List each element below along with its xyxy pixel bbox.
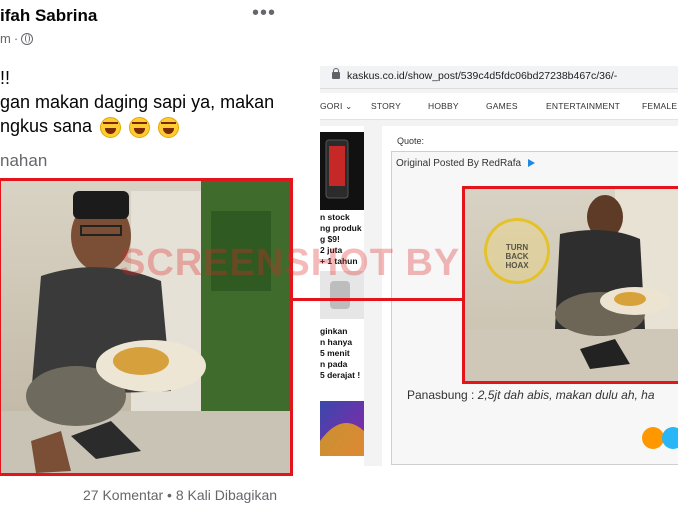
post-tagged-line: nahan [0, 151, 48, 170]
browser-address-bar[interactable]: kaskus.co.id/show_post/539c4d5fdc06bd272… [320, 66, 678, 89]
original-posted-by: Original Posted By RedRafa [396, 158, 535, 169]
nav-item-female[interactable]: FEMALE [642, 101, 677, 111]
nav-item-entertainment[interactable]: ENTERTAINMENT [546, 101, 620, 111]
screenshot-watermark: SCREENSHOT BY [120, 242, 461, 284]
sidebar-thumbnail-phone[interactable] [320, 132, 364, 210]
orange-face-icon[interactable] [642, 427, 664, 449]
post-text-line-2: gan makan daging sapi ya, makan [0, 92, 275, 112]
poster-link[interactable]: RedRafa [482, 158, 521, 169]
post-meta: m · [0, 31, 34, 46]
post-author-name[interactable]: ifah Sabrina [0, 6, 97, 26]
view-post-arrow-icon[interactable] [527, 159, 535, 168]
laughing-emoji-icon [100, 116, 122, 138]
lock-icon [332, 68, 340, 79]
sidebar-thumbnail-abstract[interactable] [320, 401, 364, 456]
man-eating-photo [1, 181, 290, 473]
kaskus-photo[interactable] [462, 186, 678, 384]
post-stats[interactable]: 27 Komentar • 8 Kali Dibagikan [83, 487, 277, 503]
nav-item-hobby[interactable]: HOBBY [428, 101, 459, 111]
post-time[interactable]: m [0, 31, 11, 46]
nav-item-story[interactable]: STORY [371, 101, 401, 111]
url-text[interactable]: kaskus.co.id/show_post/539c4d5fdc06bd272… [347, 70, 617, 82]
post-text-line-1: !! [0, 68, 11, 88]
turn-back-hoax-badge: TURN BACK HOAX [484, 218, 550, 284]
sidebar: n stock ng produk g $9! 2 juta + 1 tahun… [320, 126, 364, 466]
globe-icon [21, 32, 34, 45]
sidebar-article-2[interactable]: ginkan n hanya 5 menit n pada 5 derajat … [320, 326, 360, 381]
man-eating-original-photo [465, 189, 678, 381]
nav-item-kategori[interactable]: GORI ⌄ [320, 101, 352, 112]
kaskus-nav-bar: GORI ⌄ STORY HOBBY GAMES ENTERTAINMENT F… [320, 93, 678, 120]
laughing-emoji-icon [158, 116, 180, 138]
more-options-button[interactable]: ••• [252, 2, 276, 25]
nav-item-games[interactable]: GAMES [486, 101, 518, 111]
laughing-emoji-icon [129, 116, 151, 138]
quote-label: Quote: [397, 136, 425, 146]
connector-line [293, 298, 462, 301]
blue-face-icon[interactable] [662, 427, 678, 449]
post-caption: Panasbung : 2,5jt dah abis, makan dulu a… [407, 388, 655, 402]
post-photo[interactable] [0, 178, 293, 476]
post-text-line-3: ngkus sana [0, 116, 180, 138]
